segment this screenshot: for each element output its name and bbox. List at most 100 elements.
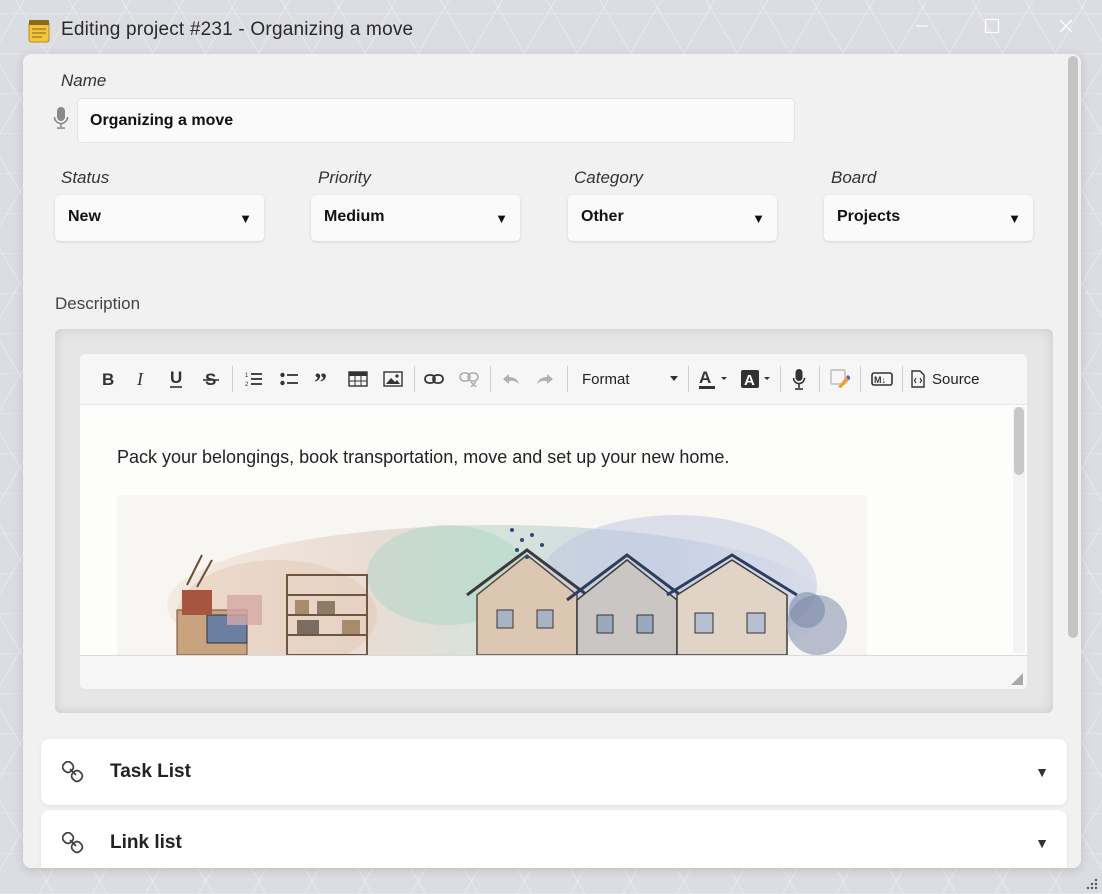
undo-button[interactable] xyxy=(499,367,523,391)
board-value: Projects xyxy=(837,208,901,225)
task-list-section[interactable]: Task List ▼ xyxy=(41,739,1067,805)
table-button[interactable] xyxy=(346,367,370,391)
background-color-button[interactable]: A xyxy=(738,367,774,391)
undo-icon xyxy=(503,374,519,384)
edit-project-dialog: Name Organizing a move Status Priority C… xyxy=(23,54,1081,868)
editor-content[interactable]: Pack your belongings, book transportatio… xyxy=(80,405,1027,655)
moving-illustration-image xyxy=(117,495,867,655)
chevron-down-icon: ▼ xyxy=(495,211,508,226)
blockquote-icon: ” xyxy=(314,371,327,387)
category-label: Category xyxy=(574,168,643,187)
toolbar-separator xyxy=(567,366,568,392)
title-bar: Editing project #231 - Organizing a move xyxy=(0,0,1102,54)
priority-value: Medium xyxy=(324,208,385,225)
image-button[interactable] xyxy=(381,367,405,391)
italic-button[interactable]: I xyxy=(130,367,152,391)
task-list-title: Task List xyxy=(110,761,191,782)
toolbar-separator xyxy=(902,366,903,392)
blockquote-button[interactable]: ” xyxy=(311,367,335,391)
svg-text:U: U xyxy=(170,369,182,387)
priority-select[interactable]: Medium ▼ xyxy=(311,195,520,241)
text-color-icon: A xyxy=(699,368,727,389)
numbered-list-button[interactable]: 1 2 xyxy=(242,367,266,391)
chevron-down-icon: ▼ xyxy=(1008,211,1021,226)
bold-button[interactable]: B xyxy=(97,367,119,391)
svg-text:I: I xyxy=(136,371,144,387)
category-select[interactable]: Other ▼ xyxy=(568,195,777,241)
table-icon xyxy=(348,371,368,387)
maximize-button[interactable] xyxy=(976,12,1008,40)
microphone-icon[interactable] xyxy=(53,106,69,135)
toolbar-separator xyxy=(490,366,491,392)
format-label: Format xyxy=(582,370,630,388)
svg-text:S: S xyxy=(205,370,216,388)
link-icon xyxy=(62,761,84,783)
source-label: Source xyxy=(932,370,980,388)
unlink-button[interactable] xyxy=(457,367,481,391)
rich-text-editor: B I U S 1 2 ” Format A A M↓ Source Pack … xyxy=(55,329,1053,713)
markdown-button[interactable]: M↓ xyxy=(869,367,895,391)
image-icon xyxy=(383,371,403,387)
minimize-icon xyxy=(916,25,928,27)
underline-button[interactable]: U xyxy=(165,367,187,391)
link-icon xyxy=(62,832,84,854)
board-select[interactable]: Projects ▼ xyxy=(824,195,1033,241)
bulleted-list-button[interactable] xyxy=(277,367,301,391)
name-input[interactable]: Organizing a move xyxy=(77,98,795,143)
link-button[interactable] xyxy=(422,367,446,391)
source-button[interactable]: Source xyxy=(910,367,986,391)
status-label: Status xyxy=(61,168,110,187)
notepad-icon xyxy=(28,19,50,43)
svg-text:1: 1 xyxy=(245,373,249,379)
link-list-section[interactable]: Link list ▼ xyxy=(41,810,1067,868)
chevron-down-icon xyxy=(670,376,678,381)
background-color-icon: A xyxy=(741,370,770,389)
toolbar-separator xyxy=(780,366,781,392)
chevron-down-icon: ▼ xyxy=(752,211,765,226)
priority-label: Priority xyxy=(318,168,371,187)
toolbar-separator xyxy=(688,366,689,392)
maximize-icon xyxy=(984,18,1000,34)
chevron-down-icon: ▼ xyxy=(1035,764,1049,780)
dialog-scrollbar-thumb[interactable] xyxy=(1068,56,1078,638)
window-resize-grip-icon[interactable] xyxy=(1084,876,1098,890)
format-dropdown[interactable]: Format xyxy=(576,367,680,391)
text-color-button[interactable]: A xyxy=(697,367,731,391)
dialog-scrollbar[interactable] xyxy=(1068,56,1078,638)
editor-scrollbar-thumb[interactable] xyxy=(1014,407,1024,475)
strikethrough-button[interactable]: S xyxy=(200,367,222,391)
toolbar-separator xyxy=(860,366,861,392)
toolbar-separator xyxy=(819,366,820,392)
close-button[interactable] xyxy=(1050,12,1082,40)
microphone-icon xyxy=(792,369,806,390)
editor-scrollbar[interactable] xyxy=(1013,407,1025,653)
chevron-down-icon: ▼ xyxy=(1035,835,1049,851)
bulleted-list-icon xyxy=(280,372,298,386)
description-text[interactable]: Pack your belongings, book transportatio… xyxy=(117,447,729,468)
redo-icon xyxy=(537,374,553,384)
chevron-down-icon: ▼ xyxy=(239,211,252,226)
copy-formatting-button[interactable] xyxy=(828,367,852,391)
link-list-title: Link list xyxy=(110,832,182,853)
toolbar-separator xyxy=(232,366,233,392)
svg-text:A: A xyxy=(699,368,711,387)
svg-text:B: B xyxy=(102,371,114,387)
status-select[interactable]: New ▼ xyxy=(55,195,264,241)
redo-button[interactable] xyxy=(533,367,557,391)
strikethrough-icon: S xyxy=(203,370,219,388)
minimize-button[interactable] xyxy=(906,12,938,40)
resize-grip-icon[interactable] xyxy=(1011,673,1023,685)
unlink-icon xyxy=(459,372,479,387)
name-label: Name xyxy=(61,71,107,90)
link-icon xyxy=(424,374,444,384)
svg-text:A: A xyxy=(744,372,755,389)
description-label: Description xyxy=(55,294,141,313)
toolbar-separator xyxy=(414,366,415,392)
copy-formatting-icon xyxy=(830,369,850,388)
dictation-button[interactable] xyxy=(787,367,811,391)
close-icon xyxy=(1059,19,1073,33)
source-icon xyxy=(911,370,925,388)
bold-icon: B xyxy=(102,371,114,387)
numbered-list-icon: 1 2 xyxy=(245,373,262,387)
svg-text:”: ” xyxy=(314,371,327,387)
